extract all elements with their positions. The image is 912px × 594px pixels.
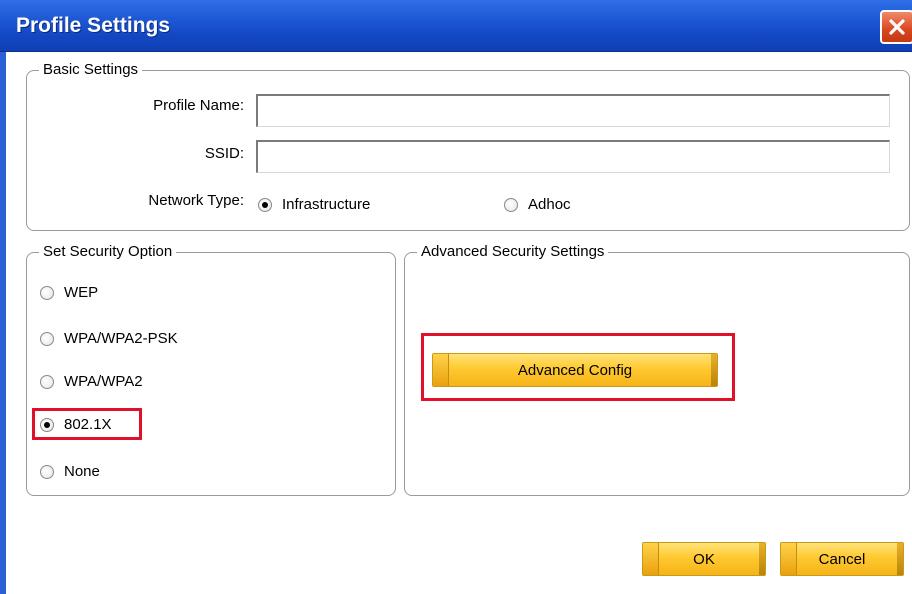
radio-unchecked-icon[interactable]	[40, 464, 54, 479]
ok-button[interactable]: OK	[642, 542, 766, 576]
title-bar[interactable]: Profile Settings	[0, 0, 912, 52]
profile-name-field[interactable]	[256, 94, 890, 127]
dialog-title: Profile Settings	[16, 14, 171, 37]
cancel-label: Cancel	[818, 550, 866, 568]
security-option-wpa-psk[interactable]: WPA/WPA2-PSK	[40, 330, 178, 347]
cancel-button[interactable]: Cancel	[780, 542, 904, 576]
security-option-group: Set Security Option	[26, 244, 396, 496]
wep-label: WEP	[64, 284, 99, 301]
radio-checked-icon[interactable]	[258, 197, 272, 212]
adhoc-label: Adhoc	[528, 196, 571, 213]
security-option-legend: Set Security Option	[43, 243, 173, 260]
network-type-adhoc[interactable]: Adhoc	[504, 196, 571, 213]
close-icon[interactable]	[880, 10, 912, 44]
security-option-wep[interactable]: WEP	[40, 284, 98, 301]
8021x-label: 802.1X	[64, 416, 112, 433]
network-type-infrastructure[interactable]: Infrastructure	[258, 196, 370, 213]
radio-unchecked-icon[interactable]	[504, 197, 518, 212]
infrastructure-label: Infrastructure	[282, 196, 371, 213]
ssid-label: SSID:	[204, 145, 244, 162]
basic-settings-legend: Basic Settings	[43, 61, 139, 78]
ssid-field[interactable]	[256, 140, 890, 173]
advanced-security-legend: Advanced Security Settings	[421, 243, 605, 260]
ok-label: OK	[693, 550, 715, 568]
radio-unchecked-icon[interactable]	[40, 331, 54, 346]
radio-checked-icon[interactable]	[40, 417, 54, 432]
window-left-border	[0, 52, 6, 594]
network-type-label: Network Type:	[148, 192, 244, 209]
security-option-none[interactable]: None	[40, 463, 100, 480]
radio-unchecked-icon[interactable]	[40, 374, 54, 389]
profile-settings-dialog: Profile Settings Basic Settings Profile …	[0, 0, 912, 594]
advanced-config-label: Advanced Config	[517, 361, 633, 379]
profile-name-label: Profile Name:	[153, 97, 244, 114]
wpa-psk-label: WPA/WPA2-PSK	[64, 330, 178, 347]
wpa-label: WPA/WPA2	[64, 373, 143, 390]
security-option-8021x[interactable]: 802.1X	[40, 416, 112, 433]
radio-unchecked-icon[interactable]	[40, 285, 54, 300]
security-option-wpa[interactable]: WPA/WPA2	[40, 373, 143, 390]
advanced-config-button[interactable]: Advanced Config	[432, 353, 718, 387]
none-label: None	[64, 463, 100, 480]
